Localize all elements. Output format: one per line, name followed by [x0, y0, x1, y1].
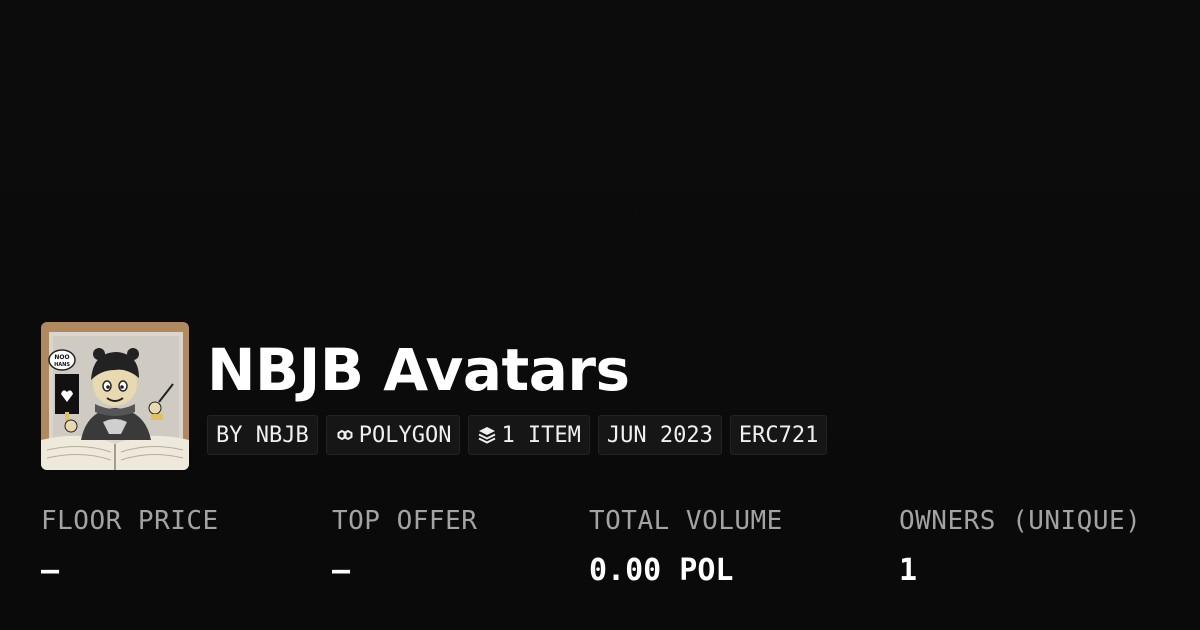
- collection-header: NOO HANS NBJB Avatars BY NBJB POLYGON 1 …: [41, 322, 828, 470]
- svg-text:NOO: NOO: [54, 354, 69, 361]
- avatar-artwork-image: NOO HANS: [41, 322, 189, 470]
- owners-value: 1: [899, 553, 918, 588]
- svg-text:HANS: HANS: [54, 362, 70, 368]
- collection-avatar: NOO HANS: [41, 322, 189, 470]
- collection-title-block: NBJB Avatars BY NBJB POLYGON 1 ITEM JUN …: [207, 322, 828, 455]
- token-standard-chip: ERC721: [729, 415, 828, 455]
- created-date-chip: JUN 2023: [597, 415, 722, 455]
- owners-label: OWNERS (UNIQUE): [899, 506, 1142, 536]
- collection-share-card: NOO HANS NBJB Avatars BY NBJB POLYGON 1 …: [0, 0, 1200, 630]
- floor-price-stat: FLOOR PRICE –: [41, 503, 219, 589]
- collection-stats: FLOOR PRICE – TOP OFFER – TOTAL VOLUME 0…: [0, 503, 1200, 603]
- created-date-chip-label: JUN 2023: [606, 422, 713, 448]
- owners-stat: OWNERS (UNIQUE) 1: [899, 503, 1141, 589]
- item-count-chip-label: 1 ITEM: [501, 422, 581, 448]
- item-count-chip[interactable]: 1 ITEM: [468, 415, 590, 455]
- total-volume-label: TOTAL VOLUME: [589, 506, 783, 536]
- chain-chip-label: POLYGON: [358, 422, 452, 448]
- polygon-chain-icon: [337, 430, 353, 440]
- layers-icon: [478, 427, 496, 444]
- total-volume-value: 0.00 POL: [589, 553, 734, 588]
- top-offer-label: TOP OFFER: [332, 506, 478, 536]
- chain-chip[interactable]: POLYGON: [325, 415, 461, 455]
- floor-price-value: –: [41, 553, 60, 588]
- collection-chips: BY NBJB POLYGON 1 ITEM JUN 2023 ERC721: [207, 415, 828, 455]
- collection-title: NBJB Avatars: [207, 336, 630, 404]
- top-offer-stat: TOP OFFER –: [332, 503, 477, 589]
- total-volume-stat: TOTAL VOLUME 0.00 POL: [589, 503, 783, 589]
- token-standard-chip-label: ERC721: [738, 422, 819, 448]
- floor-price-label: FLOOR PRICE: [41, 506, 219, 536]
- top-offer-value: –: [332, 553, 351, 588]
- creator-chip-label: BY NBJB: [216, 422, 309, 448]
- creator-chip[interactable]: BY NBJB: [207, 415, 318, 455]
